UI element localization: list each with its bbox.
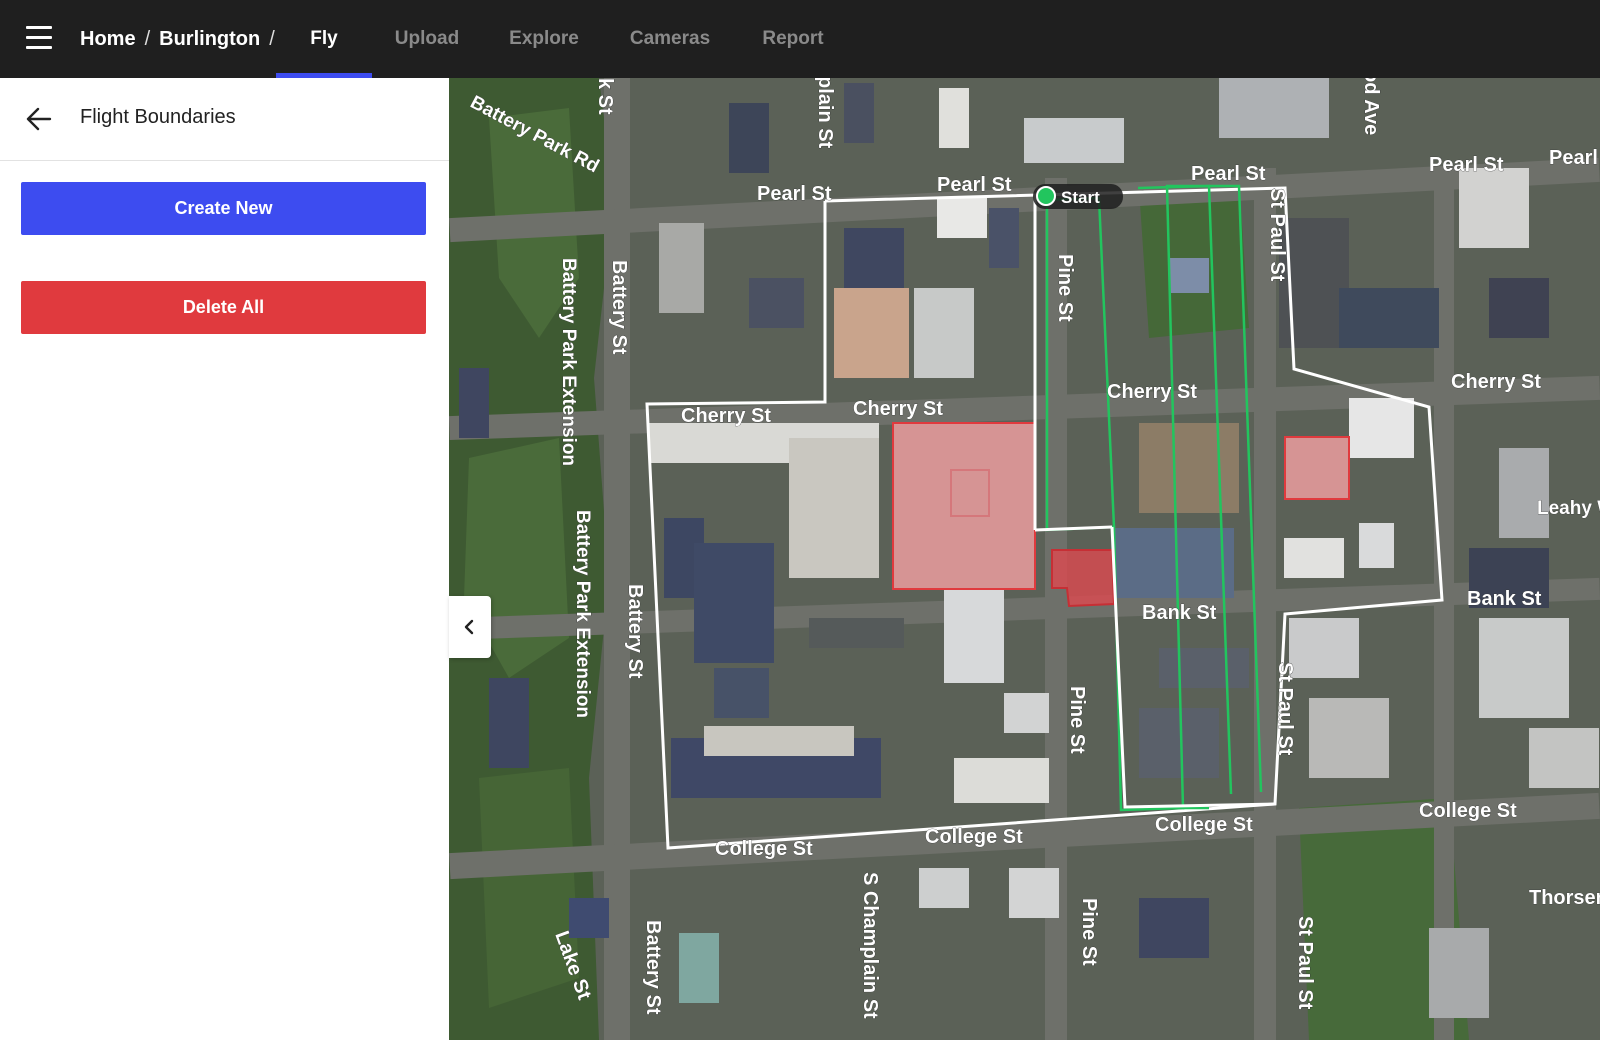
tab-report[interactable]: Report bbox=[734, 0, 852, 78]
street-label: Thorsen bbox=[1529, 887, 1600, 909]
street-label: Pine St bbox=[1054, 254, 1076, 322]
start-point-icon bbox=[1036, 186, 1056, 206]
back-arrow-icon[interactable] bbox=[26, 106, 52, 132]
tab-upload[interactable]: Upload bbox=[372, 0, 482, 78]
map-canvas[interactable]: Start Battery Park Rd Pearl St Pearl St … bbox=[449, 78, 1600, 1040]
street-label: Cherry St bbox=[1451, 371, 1541, 393]
street-label: Pine St bbox=[1066, 686, 1088, 754]
flight-boundaries-panel: Flight Boundaries Create New Delete All bbox=[0, 78, 449, 1040]
street-label: k St bbox=[594, 78, 616, 115]
street-label: Pine St bbox=[1078, 898, 1100, 966]
street-label: Cherry St bbox=[1107, 381, 1197, 403]
street-label: S Champlain St bbox=[859, 872, 881, 1019]
street-label: Battery Park Extension bbox=[572, 510, 593, 718]
street-label: College St bbox=[1155, 814, 1253, 836]
street-label: Leahy Wy bbox=[1537, 498, 1600, 519]
street-label: Bank St bbox=[1142, 602, 1217, 624]
chevron-left-icon bbox=[464, 619, 474, 635]
breadcrumb-separator: / bbox=[269, 27, 275, 50]
tab-cameras[interactable]: Cameras bbox=[606, 0, 734, 78]
no-fly-zone[interactable] bbox=[1284, 436, 1350, 500]
street-label: St Paul St bbox=[1266, 188, 1288, 282]
street-label: Battery St bbox=[642, 920, 664, 1015]
street-label: Battery St bbox=[624, 584, 646, 679]
street-label: St Paul St bbox=[1294, 916, 1316, 1010]
street-label: College St bbox=[925, 826, 1023, 848]
breadcrumb-separator: / bbox=[144, 27, 151, 50]
breadcrumb-burlington[interactable]: Burlington bbox=[159, 28, 260, 51]
start-marker[interactable]: Start bbox=[1033, 184, 1123, 209]
start-label: Start bbox=[1061, 188, 1100, 207]
tab-fly[interactable]: Fly bbox=[276, 0, 372, 78]
street-label: Pearl bbox=[1549, 147, 1598, 169]
create-new-button[interactable]: Create New bbox=[21, 182, 426, 235]
street-label: Pearl St bbox=[757, 183, 832, 205]
delete-all-button[interactable]: Delete All bbox=[21, 281, 426, 334]
street-label: Cherry St bbox=[681, 405, 771, 427]
top-bar: Home / Burlington / Fly Upload Explore C… bbox=[0, 0, 1600, 78]
street-label: od Ave bbox=[1360, 78, 1382, 135]
street-label: Battery Park Extension bbox=[558, 258, 579, 466]
street-label: Battery St bbox=[608, 260, 630, 355]
main-tabs: Fly Upload Explore Cameras Report bbox=[276, 0, 852, 78]
hamburger-menu-icon[interactable] bbox=[26, 24, 52, 52]
street-label: College St bbox=[715, 838, 813, 860]
satellite-map[interactable]: Start Battery Park Rd Pearl St Pearl St … bbox=[449, 78, 1600, 1040]
street-label: St Paul St bbox=[1274, 662, 1296, 756]
street-label: Cherry St bbox=[853, 398, 943, 420]
street-label: plain St bbox=[814, 78, 836, 149]
street-label: Pearl St bbox=[1191, 163, 1266, 185]
breadcrumb: Home / Burlington / bbox=[80, 0, 284, 78]
breadcrumb-home[interactable]: Home bbox=[80, 28, 136, 51]
panel-title: Flight Boundaries bbox=[80, 106, 236, 128]
no-fly-zone[interactable] bbox=[892, 422, 1036, 590]
collapse-panel-button[interactable] bbox=[449, 596, 491, 658]
street-label: Pearl St bbox=[937, 174, 1012, 196]
street-label: Bank St bbox=[1467, 588, 1542, 610]
street-label: College St bbox=[1419, 800, 1517, 822]
panel-header: Flight Boundaries bbox=[0, 78, 449, 161]
street-label: Pearl St bbox=[1429, 154, 1504, 176]
tab-explore[interactable]: Explore bbox=[482, 0, 606, 78]
